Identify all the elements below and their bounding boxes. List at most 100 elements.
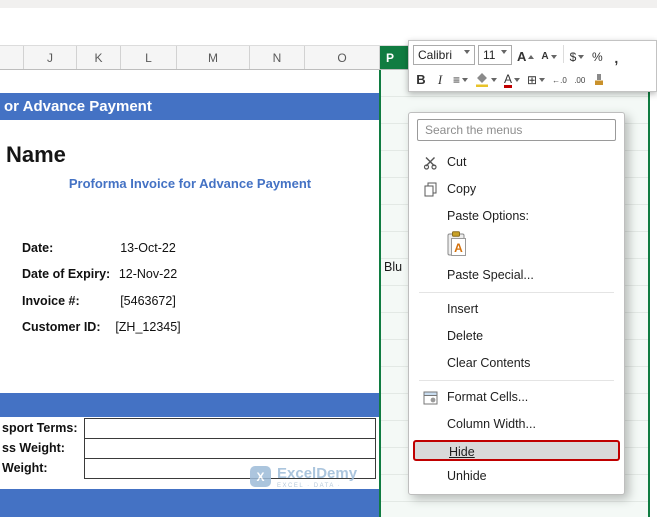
font-name-value: Calibri <box>418 47 453 62</box>
field-row-date: Date: 13-Oct-22 <box>0 238 380 258</box>
watermark-brand: ExcelDemy <box>277 465 358 482</box>
menu-label: Hide <box>449 445 475 459</box>
chevron-down-icon <box>539 77 546 82</box>
scissors-icon <box>421 154 439 172</box>
transport-terms-cell[interactable] <box>84 418 376 439</box>
menu-item-format-cells[interactable]: Format Cells... <box>411 384 622 411</box>
comma-icon: , <box>614 49 619 66</box>
transport-terms-label: sport Terms: <box>2 421 78 435</box>
menu-label: Clear Contents <box>447 356 531 370</box>
bold-button[interactable]: B <box>413 68 429 88</box>
menu-item-hide[interactable]: Hide <box>413 440 620 461</box>
selection-border-right <box>648 70 650 517</box>
expiry-value[interactable]: 12-Nov-22 <box>96 264 200 284</box>
menu-separator <box>419 380 614 381</box>
mini-toolbar-row-1: Calibri 11 A A $ % , <box>413 44 652 65</box>
menu-item-paste-options: Paste Options: <box>411 203 622 230</box>
gross-weight-cell[interactable] <box>84 438 376 459</box>
grow-font-button[interactable]: A <box>515 45 536 65</box>
column-header-k[interactable]: K <box>77 46 121 69</box>
paste-keep-formatting-button[interactable]: A <box>447 230 468 262</box>
column-header-l[interactable]: L <box>121 46 177 69</box>
menu-label: Copy <box>447 182 477 196</box>
font-size-combo[interactable]: 11 <box>478 44 512 65</box>
menu-item-unhide[interactable]: Unhide <box>411 463 622 490</box>
invoice-number-label: Invoice #: <box>22 294 80 308</box>
chevron-down-icon <box>501 49 507 54</box>
shrink-font-button[interactable]: A <box>539 45 558 65</box>
dollar-icon: $ <box>569 49 577 64</box>
borders-grid-icon: ⊞ <box>527 72 538 87</box>
column-header-j[interactable]: J <box>24 46 77 69</box>
alignment-button[interactable]: ≡ <box>451 68 470 88</box>
mini-toolbar: Calibri 11 A A $ % , B I ≡ A ⊞ ←.0 .00 <box>408 40 657 92</box>
accounting-format-button[interactable]: $ <box>568 45 587 65</box>
date-value[interactable]: 13-Oct-22 <box>96 238 200 258</box>
selection-border-left <box>379 70 381 517</box>
exceldemy-logo-icon: X <box>250 466 271 487</box>
menu-item-column-width[interactable]: Column Width... <box>411 411 622 438</box>
italic-icon: I <box>437 71 443 87</box>
menu-item-delete[interactable]: Delete <box>411 323 622 350</box>
menu-label: Cut <box>447 155 467 169</box>
increase-decimal-button[interactable]: ←.0 <box>550 68 569 88</box>
decrease-decimal-button[interactable]: .00 <box>572 68 588 88</box>
invoice-number-value[interactable]: [5463672] <box>96 291 200 311</box>
bold-icon: B <box>416 71 426 87</box>
grow-font-icon: A <box>517 48 527 64</box>
column-header-m[interactable]: M <box>177 46 250 69</box>
watermark-tagline: EXCEL · DATA · <box>277 483 342 489</box>
chevron-down-icon <box>491 77 498 82</box>
column-header-n[interactable]: N <box>250 46 305 69</box>
context-menu: Cut Copy Paste Options: A <box>408 112 625 495</box>
font-color-button[interactable]: A <box>502 68 522 88</box>
format-cells-icon <box>421 389 439 407</box>
customer-id-value[interactable]: [ZH_12345] <box>96 317 200 337</box>
align-lines-icon: ≡ <box>453 72 461 87</box>
svg-text:A: A <box>454 241 463 255</box>
format-painter-button[interactable] <box>591 68 607 88</box>
column-header-o[interactable]: O <box>305 46 380 69</box>
exceldemy-watermark: X ExcelDemy EXCEL · DATA · <box>250 466 357 489</box>
percent-icon: % <box>591 49 603 64</box>
cell-text-partial: Blu <box>384 260 403 274</box>
menu-item-insert[interactable]: Insert <box>411 296 622 323</box>
excel-window: J K L M N O P Blu or Advance Payment Nam… <box>0 0 657 517</box>
font-name-combo[interactable]: Calibri <box>413 44 475 65</box>
down-arrow-icon <box>550 54 557 59</box>
chevron-down-icon <box>578 54 585 59</box>
format-painter-brush-icon <box>594 73 603 85</box>
field-row-invoice-number: Invoice #: [5463672] <box>0 291 380 311</box>
menu-item-cut[interactable]: Cut <box>411 149 622 176</box>
shrink-font-icon: A <box>541 50 549 62</box>
menu-item-paste-special[interactable]: Paste Special... <box>411 262 622 289</box>
menu-label: Insert <box>447 302 479 316</box>
shipping-row-terms: sport Terms: <box>0 418 380 439</box>
invoice-banner: or Advance Payment <box>0 93 380 120</box>
menu-item-clear-contents[interactable]: Clear Contents <box>411 350 622 377</box>
chevron-down-icon <box>514 77 521 82</box>
invoice-subtitle: Proforma Invoice for Advance Payment <box>68 176 312 191</box>
field-row-expiry: Date of Expiry: 12-Nov-22 <box>0 264 380 284</box>
menu-label: Paste Options: <box>447 209 529 223</box>
italic-button[interactable]: I <box>432 68 448 88</box>
menu-label: Format Cells... <box>447 390 529 404</box>
comma-style-button[interactable]: , <box>608 45 624 65</box>
up-arrow-icon <box>528 54 535 59</box>
company-name: Name <box>6 142 66 167</box>
date-label: Date: <box>22 241 54 255</box>
customer-id-label: Customer ID: <box>22 320 101 334</box>
column-header-partial[interactable] <box>0 46 24 69</box>
fill-color-button[interactable] <box>473 68 499 88</box>
menu-search-input[interactable] <box>417 119 616 141</box>
decrease-decimal-icon: .00 <box>574 75 586 85</box>
percent-style-button[interactable]: % <box>589 45 605 65</box>
menu-label: Delete <box>447 329 484 343</box>
net-weight-label: Weight: <box>2 461 48 475</box>
font-size-value: 11 <box>483 47 496 62</box>
borders-button[interactable]: ⊞ <box>525 68 547 88</box>
menu-item-copy[interactable]: Copy <box>411 176 622 203</box>
menu-label: Column Width... <box>447 417 536 431</box>
section-divider-band <box>0 393 380 417</box>
invoice-sheet: or Advance Payment Name Proforma Invoice… <box>0 70 380 517</box>
